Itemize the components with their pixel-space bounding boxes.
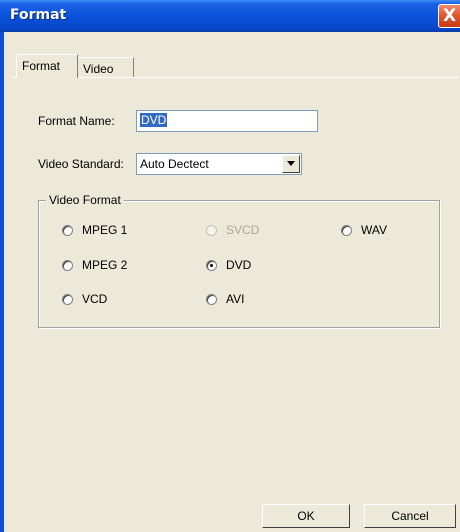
radio-avi[interactable]: AVI: [206, 292, 244, 306]
title-bar[interactable]: Format X: [0, 0, 460, 32]
radio-mpeg2[interactable]: MPEG 2: [62, 258, 127, 272]
video-standard-select[interactable]: Auto Dectect: [136, 153, 302, 175]
format-dialog: Format X Format Video Format Name: DVD V…: [0, 0, 460, 532]
window-border: [0, 32, 4, 532]
tab-video[interactable]: Video: [78, 57, 134, 78]
radio-icon: [62, 259, 73, 271]
dropdown-button[interactable]: [282, 155, 300, 173]
radio-icon: [206, 224, 217, 236]
radio-icon: [206, 293, 217, 305]
chevron-down-icon: [287, 161, 295, 166]
radio-icon: [62, 224, 73, 236]
tab-divider: [12, 77, 458, 78]
video-format-title: Video Format: [46, 193, 124, 207]
format-name-input[interactable]: DVD: [136, 110, 318, 132]
tab-format[interactable]: Format: [16, 54, 78, 78]
format-name-label: Format Name:: [38, 114, 115, 128]
ok-button[interactable]: OK: [262, 504, 350, 528]
video-standard-value: Auto Dectect: [140, 157, 209, 171]
radio-icon: [206, 259, 217, 271]
format-name-value: DVD: [140, 113, 168, 127]
close-icon: X: [443, 6, 457, 26]
video-standard-label: Video Standard:: [38, 157, 124, 171]
radio-vcd[interactable]: VCD: [62, 292, 107, 306]
radio-icon: [62, 293, 73, 305]
radio-svcd[interactable]: SVCD: [206, 223, 259, 237]
radio-dvd[interactable]: DVD: [206, 258, 251, 272]
cancel-button[interactable]: Cancel: [364, 504, 456, 528]
window-title: Format: [10, 7, 67, 23]
radio-mpeg1[interactable]: MPEG 1: [62, 223, 127, 237]
tab-strip: Format Video: [4, 32, 460, 78]
close-button[interactable]: X: [438, 4, 460, 28]
radio-icon: [341, 224, 352, 236]
radio-wav[interactable]: WAV: [341, 223, 387, 237]
